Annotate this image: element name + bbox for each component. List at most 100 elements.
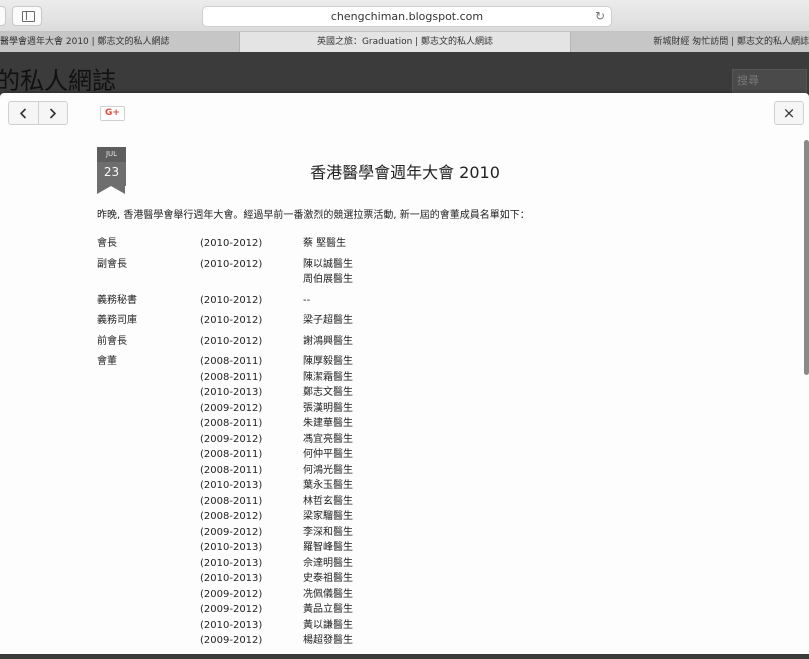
member-term: (2009-2012) [200,433,263,445]
member-position: 前會長 [97,335,127,347]
member-term: (2010-2012) [200,315,263,326]
members-list: 會長 (2010-2012) 蔡 堅醫生 副會長 (2010-2012) 陳以誠醫生 周伯展… [97,236,697,649]
table-row: 會董 (2008-2011) 陳厚毅醫生 [97,354,697,370]
tab-0[interactable]: 醫學會週年大會 2010 | 鄭志文的私人網誌 [0,32,240,52]
member-term: (2009-2012) [200,604,263,615]
table-row: (2008-2011) 何鴻光醫生 [97,463,697,479]
reload-icon[interactable]: ↻ [595,7,605,26]
member-name: 葉永玉醫生 [303,480,353,491]
chevron-right-icon [50,107,57,119]
table-row: 前會長 (2010-2012) 謝鴻興醫生 [97,334,697,350]
table-row: (2008-2011) 朱建華醫生 [97,416,697,432]
member-term: (2009-2012) [200,588,263,600]
chevron-left-icon [19,107,26,119]
member-term: (2010-2012) [200,238,263,249]
member-name: 鄭志文醫生 [303,387,353,398]
next-post-button[interactable] [39,102,68,124]
table-row: 會長 (2010-2012) 蔡 堅醫生 [97,236,697,252]
member-term: (2008-2011) [200,418,263,429]
member-term: (2008-2011) [200,371,263,383]
date-day: 23 [97,162,126,186]
date-badge: JUL 23 [97,147,126,194]
member-term: (2010-2013) [200,557,263,569]
sidebar-toggle-button[interactable] [12,6,42,26]
member-name: 李深和醫生 [303,526,353,538]
address-bar[interactable]: chengchiman.blogspot.com ↻ [202,6,612,27]
blog-header: 的私人網誌 搜尋 [0,53,809,96]
table-row: 副會長 (2010-2012) 陳以誠醫生 [97,257,697,273]
member-term: (2010-2012) [200,294,263,306]
table-row: (2009-2012) 李深和醫生 [97,525,697,541]
member-term: (2008-2011) [200,449,263,460]
scrollbar-thumb[interactable] [804,140,809,375]
member-name: 朱建華醫生 [303,418,353,429]
member-term: (2010-2013) [200,542,263,553]
member-term: (2010-2012) [200,335,263,347]
bottom-edge [0,654,809,659]
date-badge-tail [97,186,125,194]
member-term: (2008-2012) [200,511,263,522]
member-term: (2009-2012) [200,402,263,414]
member-term: (2010-2013) [200,387,263,398]
table-row: (2010-2013) 黃以謙醫生 [97,618,697,634]
member-position: 副會長 [97,258,127,270]
table-row: (2008-2011) 何仲平醫生 [97,447,697,463]
member-name: 陳厚毅醫生 [303,356,353,367]
member-name: 謝鴻興醫生 [303,335,353,347]
member-position: 義務秘書 [97,294,137,306]
member-name: 梁子超醫生 [303,315,353,326]
tab-1[interactable]: 英國之旅：Graduation | 鄭志文的私人網誌 [240,32,571,52]
table-row: 義務司庫 (2010-2012) 梁子超醫生 [97,313,697,329]
member-term: (2010-2013) [200,619,263,631]
member-name: 黃以謙醫生 [303,619,353,631]
member-position: 會長 [97,238,117,249]
tab-2[interactable]: 新城財經 匆忙訪問 | 鄭志文的私人網誌 [571,32,809,52]
member-name: 羅智峰醫生 [303,542,353,553]
member-term: (2008-2011) [200,356,263,367]
table-row: (2010-2013) 羅智峰醫生 [97,540,697,556]
member-name: 佘達明醫生 [303,557,353,569]
member-term: (2010-2013) [200,480,263,491]
back-button[interactable] [0,6,6,26]
search-input[interactable]: 搜尋 [732,69,807,93]
member-name: 周伯展醫生 [303,274,353,285]
member-name: 黃品立醫生 [303,604,353,615]
member-term: (2009-2012) [200,526,263,538]
table-row: (2008-2011) 陳潔霜醫生 [97,370,697,386]
member-position: 會董 [97,356,117,367]
member-name: 陳潔霜醫生 [303,371,353,383]
table-row: (2009-2012) 黃品立醫生 [97,602,697,618]
member-name: 冼佩儀醫生 [303,588,353,600]
table-row: (2010-2013) 葉永玉醫生 [97,478,697,494]
date-month: JUL [97,147,126,162]
member-name: 楊超發醫生 [303,635,353,646]
member-name: 陳以誠醫生 [303,258,353,270]
table-row: (2008-2011) 林哲玄醫生 [97,494,697,510]
table-row: 周伯展醫生 [97,272,697,288]
table-row: (2009-2012) 楊超發醫生 [97,633,697,649]
table-row: (2009-2012) 冼佩儀醫生 [97,587,697,603]
post-intro: 昨晚, 香港醫學會舉行週年大會。經過早前一番激烈的競選拉票活動, 新一屆的會董成… [97,210,530,221]
member-term: (2009-2012) [200,635,263,646]
post-title: 香港醫學會週年大會 2010 [310,163,500,182]
google-plus-share-button[interactable]: G+ [100,106,125,121]
blog-title[interactable]: 的私人網誌 [0,61,116,96]
table-row: (2010-2013) 鄭志文醫生 [97,385,697,401]
member-name: 馮宜亮醫生 [303,433,353,445]
table-row: (2009-2012) 馮宜亮醫生 [97,432,697,448]
member-name: 何仲平醫生 [303,449,353,460]
table-row: (2010-2013) 史泰祖醫生 [97,571,697,587]
member-position: 義務司庫 [97,315,137,326]
post-navigation [8,101,68,125]
member-name: 蔡 堅醫生 [303,238,347,249]
url-text: chengchiman.blogspot.com [330,10,484,23]
table-row: 義務秘書 (2010-2012) -- [97,293,697,309]
prev-post-button[interactable] [9,102,39,124]
member-term: (2008-2011) [200,495,263,507]
member-name: 何鴻光醫生 [303,464,353,476]
table-row: (2009-2012) 張漢明醫生 [97,401,697,417]
close-button[interactable]: × [774,101,804,125]
table-row: (2008-2012) 梁家騮醫生 [97,509,697,525]
member-term: (2008-2011) [200,464,263,476]
post-modal: G+ × JUL 23 香港醫學會週年大會 2010 昨晚, 香港醫學會舉行週年… [0,93,809,659]
